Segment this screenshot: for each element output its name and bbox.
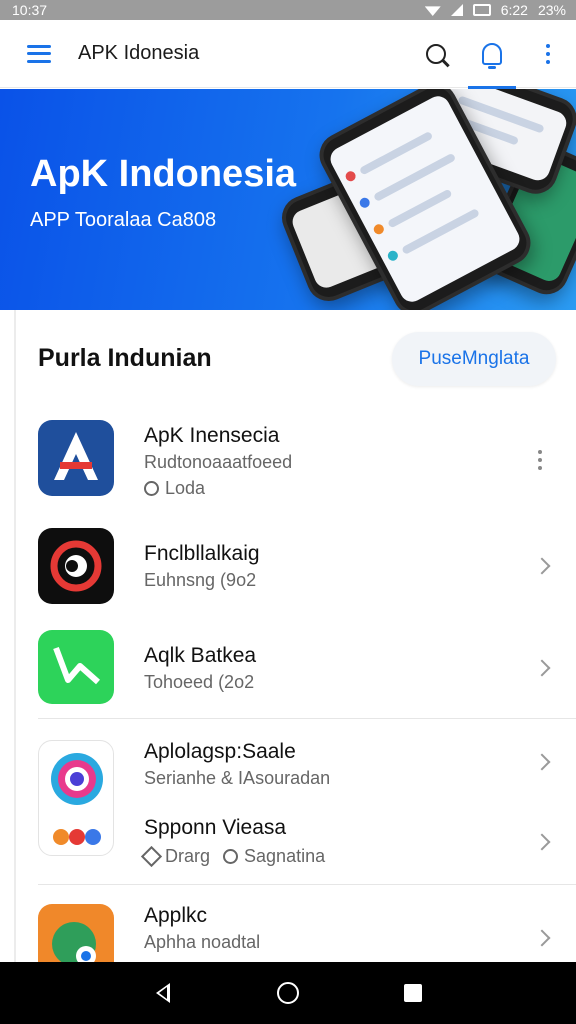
app-list-item[interactable]: Spponn Vieasa Drarg Sagnatina: [16, 814, 576, 884]
notifications-button[interactable]: [464, 20, 520, 89]
app-meta: Drarg Sagnatina: [140, 845, 326, 868]
app-subtitle: Serianhe & IAsouradan: [144, 768, 331, 788]
app-meta: Loda: [144, 478, 205, 499]
section-title: Purla Indunian: [38, 344, 212, 372]
bell-icon: [482, 42, 502, 69]
app-icon-apk-indonesia: [38, 420, 114, 496]
banner-subtitle: APP Tooralaa Ca808: [30, 209, 217, 231]
app-meta-text: Loda: [165, 478, 206, 498]
app-list-item[interactable]: Applkc Aphha noadtal: [16, 900, 576, 962]
list-divider: [38, 718, 576, 719]
app-subtitle: Aphha noadtal: [144, 932, 261, 952]
more-options-button[interactable]: [520, 20, 576, 88]
nav-home-button[interactable]: [258, 962, 318, 1024]
content-panel: Purla Indunian PuseMnglata ApK Inensecia…: [14, 310, 576, 962]
list-divider: [38, 884, 576, 885]
signal-icon: [450, 4, 463, 16]
search-icon: [426, 43, 446, 64]
chevron-right-icon: [533, 557, 551, 575]
app-subtitle: Tohoeed (2o2: [144, 672, 255, 692]
system-nav-bar: [0, 962, 576, 1024]
app-list-item[interactable]: Aqlk Batkea Tohoeed (2o2: [16, 630, 576, 710]
status-time-left: 10:37: [12, 2, 48, 18]
app-name: Spponn Vieasa: [144, 816, 287, 839]
more-vertical-icon: [546, 43, 550, 64]
app-icon-green-arrow: [38, 630, 114, 704]
app-icon-orange-globe: [38, 904, 114, 962]
hamburger-menu-icon: [27, 44, 51, 63]
search-button[interactable]: [408, 20, 464, 88]
app-list-item[interactable]: ApK Inensecia Rudtonoaaatfoeed Loda: [16, 418, 576, 514]
chevron-right-icon: [533, 833, 551, 851]
wifi-icon: [424, 6, 441, 16]
recents-icon: [404, 984, 423, 1002]
app-meta-a: Drarg: [165, 846, 211, 866]
section-action-button[interactable]: PuseMnglata: [392, 332, 556, 386]
clock-icon: [223, 849, 239, 864]
app-name: Aqlk Batkea: [144, 644, 257, 667]
more-vertical-icon[interactable]: [538, 450, 542, 470]
shield-icon: [140, 845, 163, 868]
chevron-right-icon: [533, 929, 551, 947]
battery-level: 23%: [537, 2, 566, 18]
app-name: Fnclbllalkaig: [144, 542, 260, 565]
app-list-item[interactable]: Fnclbllalkaig Euhnsng (9o2: [16, 528, 576, 608]
hero-banner[interactable]: ApK Indonesia APP Tooralaa Ca808: [0, 89, 576, 310]
app-title: APK Idonesia: [78, 42, 200, 64]
app-name: ApK Inensecia: [144, 424, 280, 447]
app-name: Applkc: [144, 904, 208, 927]
app-subtitle: Rudtonoaaatfoeed: [144, 452, 293, 472]
app-bar: APK Idonesia: [0, 20, 576, 89]
home-icon: [276, 982, 299, 1004]
back-icon: [155, 983, 170, 1003]
status-bar: 10:37 6:22 23%: [0, 0, 576, 20]
notification-box-icon: [472, 4, 491, 16]
chevron-right-icon: [533, 659, 551, 677]
app-name: Aplolagsp:Saale: [144, 740, 296, 763]
menu-button[interactable]: [0, 20, 78, 88]
app-icon-swirl: [38, 528, 114, 604]
status-time-right: 6:22: [500, 2, 528, 18]
nav-recents-button[interactable]: [383, 962, 443, 1024]
nav-back-button[interactable]: [133, 962, 193, 1024]
app-list-item[interactable]: Aplolagsp:Saale Serianhe & IAsouradan: [16, 730, 576, 856]
banner-title: ApK Indonesia: [30, 153, 297, 195]
chevron-right-icon: [533, 753, 551, 771]
app-subtitle: Euhnsng (9o2: [144, 570, 257, 590]
app-meta-b: Sagnatina: [244, 846, 326, 866]
clock-icon: [144, 481, 159, 496]
